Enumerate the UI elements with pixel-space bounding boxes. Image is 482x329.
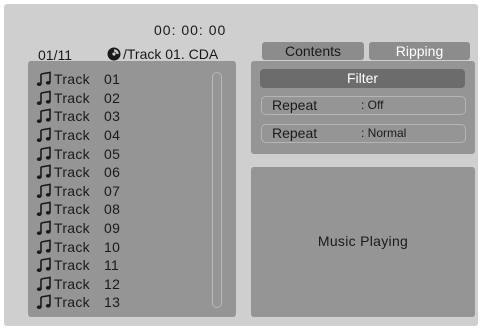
track-list-scrollbar[interactable] bbox=[212, 72, 222, 308]
music-note-icon bbox=[36, 109, 51, 124]
track-name: Track bbox=[54, 89, 90, 106]
track-name: Track bbox=[54, 108, 90, 125]
track-number: 01 bbox=[104, 71, 121, 88]
track-item[interactable]: Track 04 bbox=[36, 126, 120, 145]
track-name: Track bbox=[54, 294, 90, 311]
track-item[interactable]: Track 12 bbox=[36, 275, 120, 294]
elapsed-time: 00: 00: 00 bbox=[154, 22, 227, 38]
track-item[interactable]: Track 05 bbox=[36, 144, 120, 163]
track-number: 11 bbox=[104, 257, 120, 274]
track-name: Track bbox=[54, 127, 90, 144]
music-note-icon bbox=[36, 90, 51, 105]
track-name: Track bbox=[54, 201, 90, 218]
track-number: 04 bbox=[104, 127, 121, 144]
track-name: Track bbox=[54, 71, 90, 88]
filter-button[interactable]: Filter bbox=[260, 69, 465, 88]
music-note-icon bbox=[36, 202, 51, 217]
music-note-icon bbox=[36, 164, 51, 180]
track-number: 07 bbox=[104, 182, 121, 199]
tab-ripping[interactable]: Ripping bbox=[369, 42, 470, 60]
repeat-label: Repeat bbox=[272, 97, 318, 113]
repeat-mode-label: Repeat bbox=[272, 125, 318, 141]
track-number: 12 bbox=[104, 275, 121, 292]
tab-contents[interactable]: Contents bbox=[262, 42, 364, 60]
track-item[interactable]: Track 10 bbox=[36, 237, 120, 256]
music-note-icon bbox=[36, 276, 51, 291]
track-number: 05 bbox=[104, 145, 121, 162]
track-item[interactable]: Track 02 bbox=[36, 89, 120, 108]
track-item[interactable]: Track 08 bbox=[36, 200, 120, 219]
track-number: 09 bbox=[104, 220, 121, 237]
track-item[interactable]: Track 03 bbox=[36, 107, 120, 126]
track-item[interactable]: Track 01 bbox=[36, 70, 120, 89]
track-item[interactable]: Track 07 bbox=[36, 182, 120, 201]
track-number: 08 bbox=[104, 201, 121, 218]
repeat-mode-row[interactable]: Repeat : Normal bbox=[261, 124, 466, 143]
music-note-icon bbox=[36, 294, 51, 310]
repeat-value: : Off bbox=[361, 98, 384, 112]
track-list-panel: Track 01 Track 02 Track 03 Track 04 Trac… bbox=[28, 61, 236, 317]
track-number: 10 bbox=[104, 238, 121, 255]
track-name: Track bbox=[54, 182, 90, 199]
track-number: 02 bbox=[104, 89, 121, 106]
repeat-mode-value: : Normal bbox=[361, 126, 407, 140]
now-playing-file: /Track 01. CDA bbox=[123, 46, 219, 62]
music-note-icon bbox=[36, 127, 51, 143]
track-name: Track bbox=[54, 238, 90, 255]
playback-status: Music Playing bbox=[317, 233, 409, 249]
track-list: Track 01 Track 02 Track 03 Track 04 Trac… bbox=[36, 70, 120, 312]
music-note-icon bbox=[36, 220, 51, 236]
track-name: Track bbox=[54, 164, 90, 181]
music-note-icon bbox=[36, 257, 51, 273]
track-number: 13 bbox=[104, 294, 121, 311]
track-item[interactable]: Track 06 bbox=[36, 163, 120, 182]
music-note-icon bbox=[36, 183, 51, 198]
track-item[interactable]: Track 11 bbox=[36, 256, 120, 275]
music-note-icon bbox=[36, 239, 51, 254]
repeat-option-row[interactable]: Repeat : Off bbox=[261, 96, 466, 115]
music-note-icon bbox=[36, 71, 51, 87]
track-item[interactable]: Track 09 bbox=[36, 219, 120, 238]
track-number: 06 bbox=[104, 164, 121, 181]
track-name: Track bbox=[54, 145, 90, 162]
track-name: Track bbox=[54, 257, 90, 274]
track-name: Track bbox=[54, 275, 90, 292]
music-note-icon bbox=[36, 146, 51, 161]
track-number: 03 bbox=[104, 108, 121, 125]
disc-icon bbox=[107, 47, 121, 61]
now-playing: /Track 01. CDA bbox=[107, 46, 218, 62]
track-item[interactable]: Track 13 bbox=[36, 293, 120, 312]
track-name: Track bbox=[54, 220, 90, 237]
filter-panel: Filter Repeat : Off Repeat : Normal bbox=[251, 61, 475, 154]
playback-panel: Music Playing bbox=[251, 167, 475, 317]
